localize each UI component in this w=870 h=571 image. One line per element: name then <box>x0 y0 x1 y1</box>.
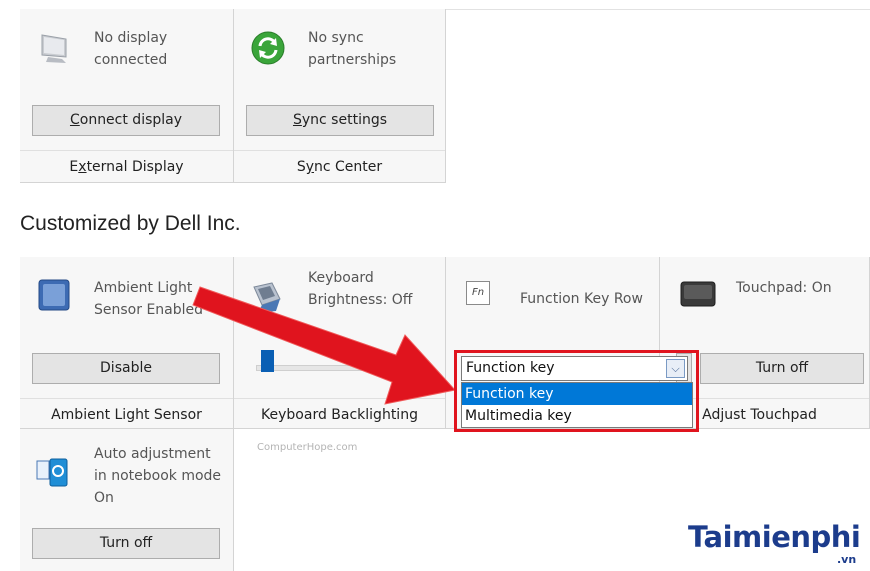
brand-suffix: .vn <box>837 553 857 566</box>
red-arrow-annotation <box>192 286 456 405</box>
red-highlight-box <box>454 350 699 432</box>
brand-logo: Taimienphi <box>688 520 861 554</box>
